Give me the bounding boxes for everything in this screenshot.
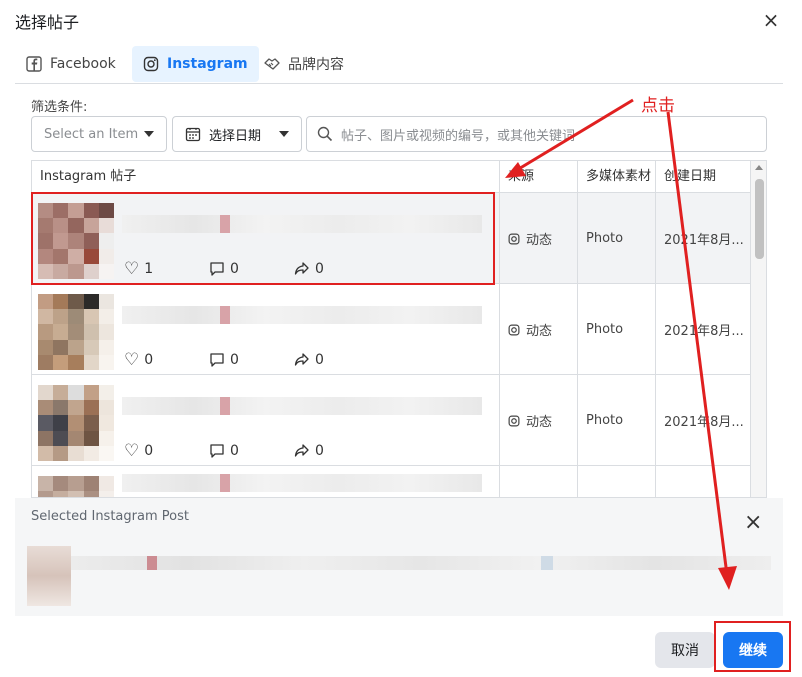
item-select-placeholder: Select an Item	[44, 126, 139, 142]
scroll-up-icon[interactable]	[755, 165, 763, 170]
annotation-highlight-row	[31, 192, 495, 285]
header-date: 创建日期	[664, 169, 717, 184]
post-stats: ♡ 0 0 0	[124, 350, 379, 370]
source-cell: 动态	[500, 375, 578, 466]
facebook-icon	[26, 56, 42, 72]
header-source: 来源	[500, 161, 578, 193]
source-text: 动态	[526, 324, 553, 339]
date-cell: 2021年8月...	[664, 415, 744, 430]
select-post-dialog: 选择帖子 × Facebook Instagram 品牌内容 筛选条件: Sel…	[0, 0, 802, 677]
chevron-down-icon	[279, 131, 289, 137]
shares-count: 0	[315, 352, 324, 368]
table-header: Instagram 帖子 来源 多媒体素材 创建日期	[32, 161, 750, 193]
instagram-icon	[143, 56, 159, 72]
share-icon	[294, 444, 309, 457]
selected-thumbnail	[27, 546, 71, 606]
post-thumbnail	[38, 294, 114, 370]
date-select[interactable]: 选择日期	[172, 116, 302, 152]
table-row[interactable]	[32, 466, 750, 497]
instagram-icon	[508, 233, 520, 244]
tab-branded-content[interactable]: 品牌内容	[253, 46, 355, 82]
likes-stat: ♡ 0	[124, 350, 209, 370]
close-icon[interactable]: ×	[744, 512, 762, 534]
media-cell: Photo	[578, 375, 656, 466]
post-thumbnail	[38, 385, 114, 461]
annotation-click-label: 点击	[641, 96, 675, 116]
table-scrollbar[interactable]	[750, 161, 766, 497]
tab-facebook[interactable]: Facebook	[15, 46, 127, 82]
date-cell: 2021年8月...	[664, 324, 744, 339]
post-thumbnail	[38, 476, 114, 497]
date-cell	[656, 466, 750, 497]
post-cell: ♡ 0 0 0	[32, 284, 500, 375]
tab-instagram[interactable]: Instagram	[132, 46, 259, 82]
post-caption-blurred	[122, 306, 482, 324]
likes-count: 0	[144, 443, 154, 459]
cancel-button[interactable]: 取消	[655, 632, 715, 668]
post-caption-blurred	[122, 474, 482, 492]
search-icon	[317, 126, 333, 142]
tab-label: 品牌内容	[288, 57, 344, 73]
instagram-icon	[508, 324, 520, 335]
annotation-highlight-continue	[714, 621, 791, 672]
shares-stat: 0	[294, 441, 379, 461]
date-select-label: 选择日期	[209, 128, 262, 144]
post-stats: ♡ 0 0 0	[124, 441, 379, 461]
shares-count: 0	[315, 443, 324, 459]
likes-stat: ♡ 0	[124, 441, 209, 461]
dialog-title: 选择帖子	[15, 13, 80, 32]
instagram-icon	[508, 415, 520, 426]
filter-label: 筛选条件:	[31, 100, 88, 115]
comment-icon	[210, 353, 224, 367]
search-input[interactable]: 帖子、图片或视频的编号，或其他关键词	[306, 116, 767, 152]
post-cell	[32, 466, 500, 497]
post-caption-blurred	[122, 397, 482, 415]
comments-stat: 0	[209, 441, 294, 461]
comments-count: 0	[230, 443, 239, 459]
handshake-icon	[264, 58, 280, 70]
item-select[interactable]: Select an Item	[31, 116, 167, 152]
source-cell: 动态	[500, 193, 578, 284]
close-icon[interactable]: ×	[760, 9, 782, 31]
source-cell: 动态	[500, 284, 578, 375]
source-text: 动态	[526, 233, 553, 248]
selected-post-panel: Selected Instagram Post ×	[15, 498, 783, 616]
source-cell	[500, 466, 578, 497]
comment-icon	[210, 444, 224, 458]
chevron-down-icon	[144, 131, 154, 137]
heart-icon: ♡	[124, 441, 140, 461]
post-cell: ♡ 0 0 0	[32, 375, 500, 466]
shares-stat: 0	[294, 350, 379, 370]
comments-count: 0	[230, 352, 239, 368]
media-cell: Photo	[578, 193, 656, 284]
calendar-icon	[185, 127, 201, 142]
media-cell	[578, 466, 656, 497]
date-cell: 2021年8月...	[664, 233, 744, 248]
source-text: 动态	[526, 415, 553, 430]
comments-stat: 0	[209, 350, 294, 370]
table-row[interactable]: ♡ 0 0 0 动态 Photo 2021年8月...	[32, 284, 750, 375]
source-tabs: Facebook Instagram 品牌内容	[15, 46, 783, 84]
share-icon	[294, 353, 309, 366]
selected-caption-blurred	[71, 556, 771, 570]
search-placeholder: 帖子、图片或视频的编号，或其他关键词	[341, 128, 576, 144]
likes-count: 0	[144, 352, 154, 368]
header-post: Instagram 帖子	[32, 161, 500, 193]
media-cell: Photo	[578, 284, 656, 375]
table-row[interactable]: ♡ 0 0 0 动态 Photo 2021年8月...	[32, 375, 750, 466]
scroll-thumb[interactable]	[755, 179, 764, 259]
selected-label: Selected Instagram Post	[31, 509, 189, 524]
heart-icon: ♡	[124, 350, 140, 370]
tab-label: Instagram	[167, 56, 248, 72]
header-media: 多媒体素材	[578, 161, 656, 193]
tab-label: Facebook	[50, 56, 116, 72]
